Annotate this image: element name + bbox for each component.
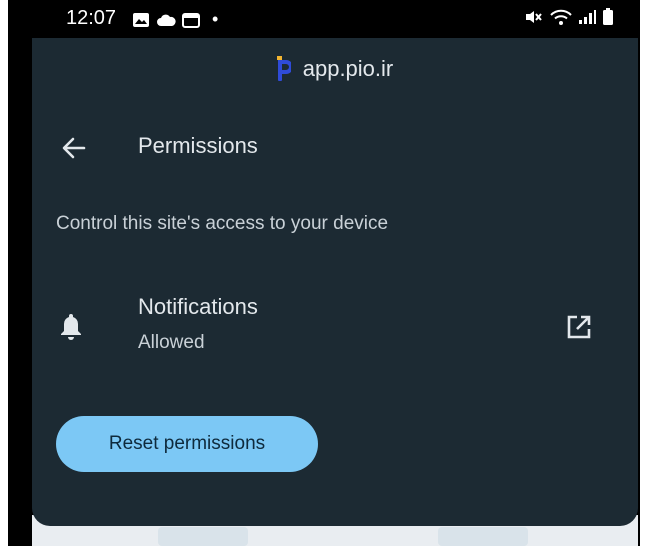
battery-icon (603, 8, 613, 25)
cloud-icon (157, 14, 176, 26)
calendar-icon (182, 12, 200, 28)
device-screen: 12:07 • app.pio.ir Permissions Control t… (8, 0, 640, 546)
gallery-icon (133, 12, 149, 27)
status-bar: 12:07 • (8, 0, 640, 38)
bell-icon (60, 312, 82, 345)
open-external-icon (567, 315, 591, 339)
status-icons-left: • (132, 9, 218, 30)
permissions-sheet: app.pio.ir Permissions Control this site… (32, 38, 638, 526)
permission-row-notifications[interactable]: Notifications Allowed (32, 288, 638, 368)
status-time: 12:07 (66, 7, 117, 29)
page-title: Permissions (138, 133, 258, 158)
signal-icon (579, 10, 596, 24)
pio-logo-icon (276, 56, 291, 81)
site-header: app.pio.ir (32, 56, 638, 88)
site-domain: app.pio.ir (302, 56, 394, 81)
reset-permissions-button[interactable]: Reset permissions (56, 416, 318, 472)
permission-name: Notifications (138, 294, 258, 319)
mute-icon (526, 11, 542, 23)
arrow-left-icon (62, 137, 86, 159)
back-button[interactable] (60, 134, 88, 162)
background-chip (438, 527, 528, 546)
background-chip (158, 527, 248, 546)
status-dot: • (212, 9, 219, 29)
status-icons-right (524, 8, 614, 26)
open-settings-button[interactable] (564, 312, 594, 342)
permission-status: Allowed (138, 332, 205, 353)
page-description: Control this site's access to your devic… (56, 213, 389, 234)
wifi-icon (550, 9, 572, 25)
